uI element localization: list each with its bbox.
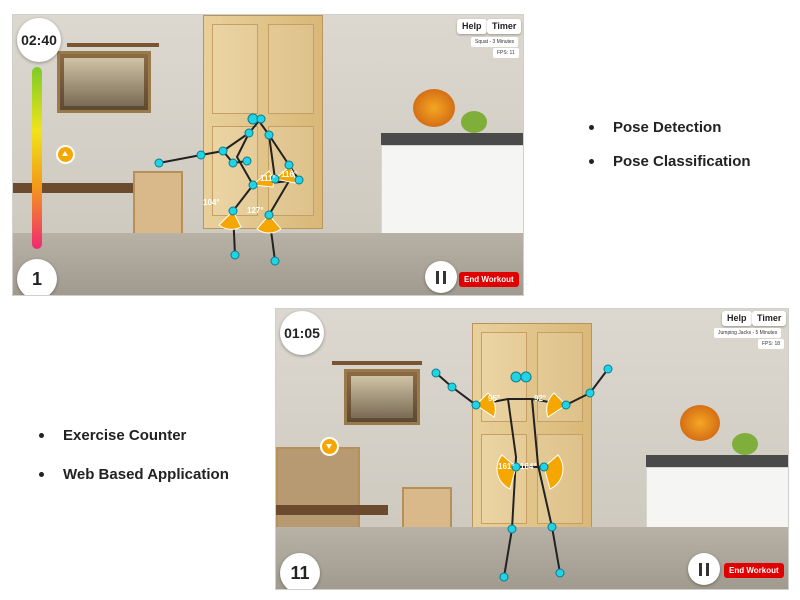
joint-right-knee [547,522,557,532]
joint-left-ankle [499,572,509,582]
pause-button[interactable] [688,553,720,585]
arrow-up-icon [56,145,75,164]
list-item: Pose Detection [589,119,751,136]
timer-button[interactable]: Timer [752,311,787,326]
joint-right-shoulder [561,400,571,410]
list-item: Web Based Application [39,466,229,483]
feature-label: Exercise Counter [63,427,187,444]
joint-left-shoulder [471,400,481,410]
joint-neck [244,128,254,138]
joint-face-right [256,114,266,124]
rep-progress-bar [32,67,42,249]
bullet-icon [589,159,594,164]
arrow-down-icon [320,437,339,456]
help-button[interactable]: Help [457,19,487,34]
joint-left-shoulder [218,146,228,156]
joint-left-wrist [154,158,164,168]
joint-face-right [520,371,532,383]
joint-right-elbow [284,160,294,170]
jumping-jacks-workout-screen: 95° 92° 161° 164° 01:05 11 Help Timer Ju… [275,308,789,590]
joint-right-hip [539,462,549,472]
angle-label: 116° [281,170,297,179]
help-button[interactable]: Help [722,311,752,326]
fps-indicator: FPS: 11 [493,48,519,58]
feature-list-bottom: Exercise Counter Web Based Application [39,427,229,505]
joint-left-knee [507,524,517,534]
rep-counter: 1 [17,259,57,295]
end-workout-button[interactable]: End Workout [724,563,784,578]
joint-left-elbow [447,382,457,392]
angle-label: 104° [203,198,220,207]
joint-right-shoulder [264,130,274,140]
joint-left-knee [228,206,238,216]
joint-left-hip [248,180,258,190]
bullet-icon [589,125,594,130]
joint-right-elbow [585,388,595,398]
bullet-icon [39,472,44,477]
hip-angle-arc-right [543,454,564,490]
joint-right-wrist [603,364,613,374]
angle-label: 95° [488,394,500,403]
exercise-info: Jumping Jacks - 5 Minutes [714,328,782,338]
list-item: Pose Classification [589,153,751,170]
pose-skeleton: 111° 116° 104° 127° [154,113,304,266]
workout-timer: 02:40 [17,18,61,62]
feature-label: Pose Classification [613,153,751,170]
joint-face [510,371,522,383]
joint-right-knee [264,210,274,220]
bullet-icon [39,433,44,438]
pause-button[interactable] [425,261,457,293]
joint-left-ankle [230,250,240,260]
joint-right-ankle [555,568,565,578]
feature-label: Pose Detection [613,119,722,136]
hip-angle-arc-left [496,454,517,490]
list-item: Exercise Counter [39,427,229,444]
timer-button[interactable]: Timer [487,19,522,34]
exercise-info: Squat - 3 Minutes [471,37,519,47]
angle-label: 92° [534,394,546,403]
pose-skeleton: 95° 92° 161° 164° [431,364,613,582]
joint-right-ankle [270,256,280,266]
workout-timer: 01:05 [280,311,324,355]
joint-left-wrist [431,368,441,378]
feature-label: Web Based Application [63,466,229,483]
angle-label: 127° [247,206,264,215]
squat-workout-screen: 111° 116° 104° 127° 02:40 1 Help Timer S… [12,14,524,296]
fps-indicator: FPS: 18 [758,339,785,349]
end-workout-button[interactable]: End Workout [459,272,519,287]
joint-left-elbow [196,150,206,160]
angle-label: 164° [520,462,537,471]
joint-left-hand [228,158,238,168]
angle-label: 161° [498,462,515,471]
feature-list-top: Pose Detection Pose Classification [589,119,751,187]
joint-right-hand [242,156,252,166]
angle-label: 111° [260,174,276,183]
rep-counter: 11 [280,553,320,589]
